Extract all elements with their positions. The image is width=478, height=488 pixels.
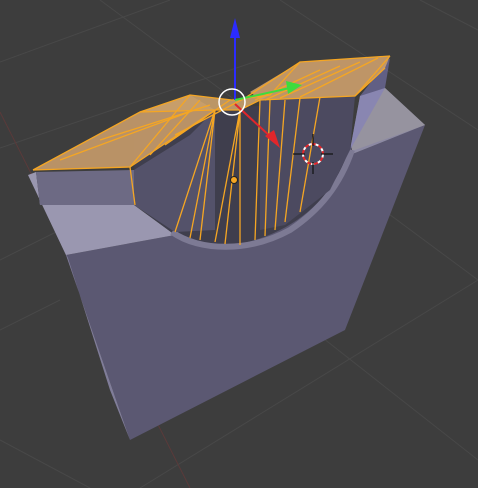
3d-viewport[interactable]	[0, 0, 478, 488]
inner-left-wall	[36, 170, 134, 205]
origin-icon	[230, 176, 238, 184]
